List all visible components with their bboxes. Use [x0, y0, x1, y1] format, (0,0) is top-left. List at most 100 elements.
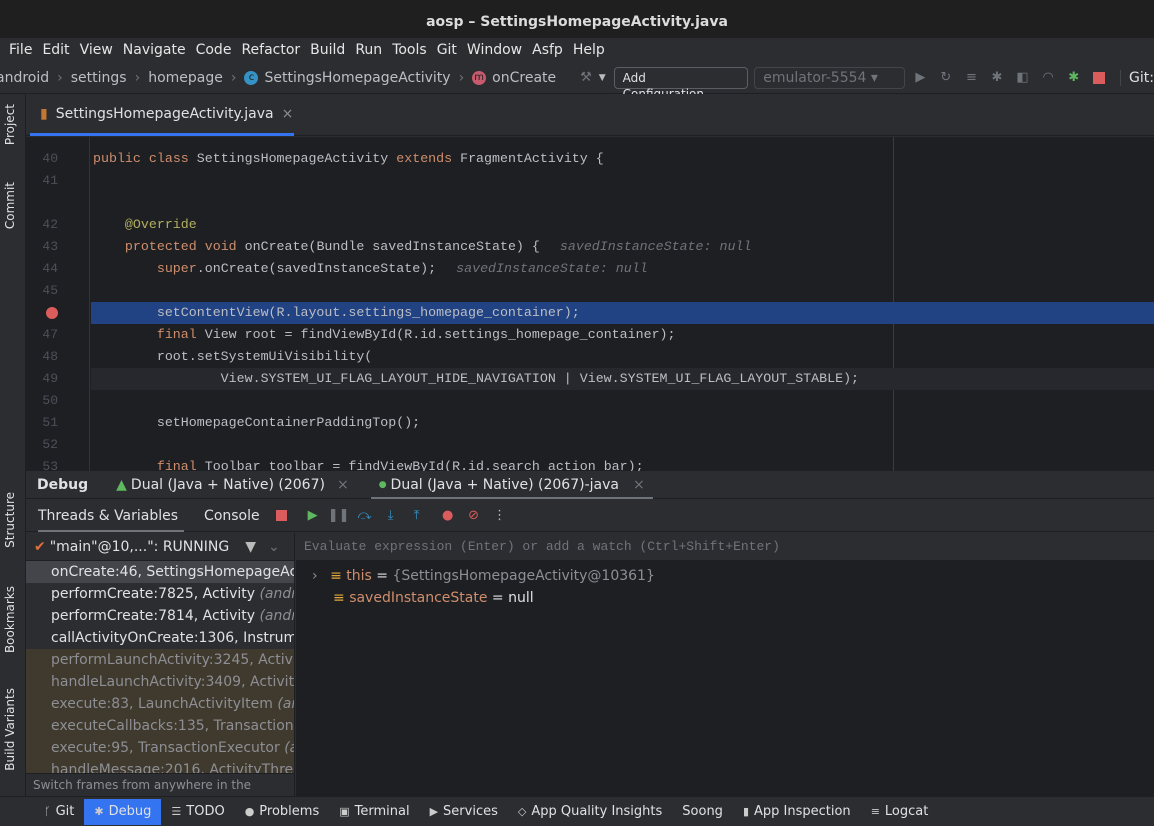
tool-app-inspection[interactable]: ▮ App Inspection [733, 799, 861, 825]
code-line[interactable]: super.onCreate(savedInstanceState); saved… [93, 258, 648, 280]
tab-threads-variables[interactable]: Threads & Variables [38, 500, 185, 532]
tool-app-quality-insights[interactable]: ◇ App Quality Insights [508, 799, 672, 825]
menu-code[interactable]: Code [191, 38, 237, 62]
tool-git[interactable]: ᚴ Git [34, 799, 84, 825]
line-number[interactable]: 53 [26, 456, 58, 471]
tab-console[interactable]: Console [204, 508, 260, 524]
tool-logcat[interactable]: ≡ Logcat [861, 799, 939, 825]
file-tab[interactable]: ▮ SettingsHomepageActivity.java × [30, 94, 294, 136]
code-line[interactable]: final View root = findViewById(R.id.sett… [93, 324, 676, 346]
line-number[interactable]: 45 [26, 280, 58, 302]
code-line[interactable]: root.setSystemUiVisibility( [93, 346, 372, 368]
more-icon[interactable]: ⋮ [492, 508, 508, 524]
stack-frame[interactable]: onCreate:46, SettingsHomepageActivity [26, 561, 294, 583]
coverage-icon[interactable]: ◧ [1015, 70, 1031, 86]
line-number[interactable]: 42 [26, 214, 58, 236]
stack-frame[interactable]: handleLaunchActivity:3409, ActivityThrea… [26, 671, 294, 693]
menu-build[interactable]: Build [305, 38, 350, 62]
apply-changes-icon[interactable]: ↻ [938, 70, 954, 86]
step-out-icon[interactable]: ⤒ [409, 508, 425, 524]
tool-todo[interactable]: ☰ TODO [161, 799, 234, 825]
line-number[interactable]: 44 [26, 258, 58, 280]
code-line[interactable]: @Override [93, 214, 197, 236]
breadcrumb-method[interactable]: m onCreate [472, 70, 556, 86]
menu-navigate[interactable]: Navigate [118, 38, 191, 62]
code-line[interactable]: protected void onCreate(Bundle savedInst… [93, 236, 751, 258]
breadcrumb-class[interactable]: c SettingsHomepageActivity [244, 70, 451, 86]
pause-icon[interactable]: ❚❚ [328, 508, 350, 524]
resume-icon[interactable]: ▶ [305, 508, 321, 524]
stack-frame[interactable]: performCreate:7825, Activity (android.ap… [26, 583, 294, 605]
code-editor[interactable]: 40 public class SettingsHomepageActivity … [26, 137, 1154, 471]
tool-terminal[interactable]: ▣ Terminal [329, 799, 419, 825]
build-hammer-icon[interactable]: ⚒ [578, 70, 594, 86]
session-tab[interactable]: Dual (Java + Native) (2067) [131, 477, 325, 493]
breadcrumb-android[interactable]: android [0, 70, 49, 86]
stack-frame[interactable]: callActivityOnCreate:1306, Instrumentati… [26, 627, 294, 649]
expand-icon[interactable]: › [312, 568, 318, 584]
tool-build-variants[interactable]: Build Variants [3, 688, 17, 771]
git-label[interactable]: Git: [1120, 69, 1154, 86]
mute-breakpoints-icon[interactable]: ⊘ [466, 508, 482, 524]
stack-frame[interactable]: execute:95, TransactionExecutor (android… [26, 737, 294, 759]
menu-window[interactable]: Window [462, 38, 527, 62]
tool-problems[interactable]: ● Problems [235, 799, 330, 825]
tool-structure[interactable]: Structure [3, 492, 17, 548]
variable-savedInstanceState[interactable]: ≡ savedInstanceState = null [312, 587, 1154, 609]
tool-debug[interactable]: ✱ Debug [84, 798, 162, 825]
profile-icon[interactable]: ◠ [1040, 70, 1056, 86]
breakpoint-icon[interactable] [46, 307, 58, 319]
line-number[interactable]: 40 [26, 148, 58, 170]
stack-frame[interactable]: performCreate:7814, Activity (android.ap… [26, 605, 294, 627]
menu-view[interactable]: View [75, 38, 118, 62]
chevron-down-icon[interactable]: ▼ [599, 73, 606, 83]
device-selector[interactable]: emulator-5554 ▾ [754, 66, 905, 89]
filter-icon[interactable]: ▼ [245, 539, 256, 555]
line-number[interactable]: 50 [26, 390, 58, 412]
menu-asfp[interactable]: Asfp [527, 38, 568, 62]
chevron-down-icon[interactable]: ⌄ [268, 539, 280, 555]
breadcrumb-homepage[interactable]: homepage [148, 70, 223, 86]
line-number[interactable]: 41 [26, 170, 58, 192]
tool-services[interactable]: ▶ Services [420, 799, 508, 825]
code-line[interactable]: setContentView(R.layout.settings_homepag… [93, 302, 580, 324]
code-line[interactable]: View.SYSTEM_UI_FLAG_LAYOUT_HIDE_NAVIGATI… [93, 368, 859, 390]
breadcrumb-settings[interactable]: settings [71, 70, 127, 86]
menu-help[interactable]: Help [568, 38, 610, 62]
close-icon[interactable]: × [337, 477, 349, 493]
menu-tools[interactable]: Tools [387, 38, 432, 62]
frames-list[interactable]: ✔ "main"@10,...": RUNNING ▼ ⌄ onCreate:4… [26, 533, 295, 796]
evaluate-expression-input[interactable]: Evaluate expression (Enter) or add a wat… [296, 533, 1154, 561]
thread-selector[interactable]: ✔ "main"@10,...": RUNNING ▼ ⌄ [26, 533, 294, 561]
tool-project[interactable]: Project [3, 104, 17, 145]
run-icon[interactable]: ▶ [913, 70, 929, 86]
tool-soong[interactable]: Soong [672, 799, 733, 825]
attach-debugger-icon[interactable]: ✱ [1066, 70, 1082, 86]
debug-icon[interactable]: ✱ [989, 70, 1005, 86]
line-number[interactable]: 51 [26, 412, 58, 434]
line-number[interactable]: 49 [26, 368, 58, 390]
stop-icon[interactable] [274, 508, 290, 524]
step-over-icon[interactable]: ⤼ [357, 508, 373, 524]
variable-this[interactable]: › ≡ this = {SettingsHomepageActivity@103… [312, 565, 1154, 587]
stop-icon[interactable] [1091, 70, 1107, 86]
line-number[interactable]: 43 [26, 236, 58, 258]
step-into-icon[interactable]: ⤓ [383, 508, 399, 524]
line-number[interactable]: 48 [26, 346, 58, 368]
menu-run[interactable]: Run [350, 38, 387, 62]
close-icon[interactable]: × [633, 471, 645, 497]
line-number[interactable]: 52 [26, 434, 58, 456]
menu-edit[interactable]: Edit [37, 38, 74, 62]
close-icon[interactable]: × [282, 106, 294, 122]
tool-commit[interactable]: Commit [3, 182, 17, 229]
stack-frame[interactable]: executeCallbacks:135, TransactionExecuto… [26, 715, 294, 737]
code-line[interactable]: final Toolbar toolbar = findViewById(R.i… [93, 456, 644, 471]
menu-refactor[interactable]: Refactor [236, 38, 305, 62]
code-line[interactable]: public class SettingsHomepageActivity ex… [93, 148, 604, 170]
apply-code-changes-icon[interactable]: ≡ [964, 70, 980, 86]
menu-git[interactable]: Git [432, 38, 462, 62]
code-line[interactable]: setHomepageContainerPaddingTop(); [93, 412, 420, 434]
stack-frame[interactable]: execute:83, LaunchActivityItem (android.… [26, 693, 294, 715]
session-tab-active[interactable]: ● Dual (Java + Native) (2067)-java × [370, 471, 653, 499]
line-number[interactable]: 47 [26, 324, 58, 346]
